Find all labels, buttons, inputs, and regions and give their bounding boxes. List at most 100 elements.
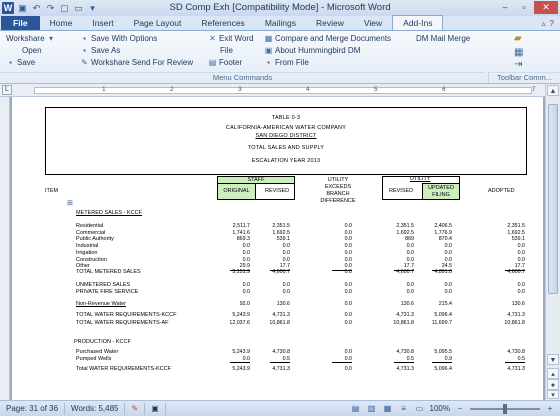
scroll-thumb[interactable]: [548, 104, 558, 294]
zoom-slider[interactable]: [470, 403, 540, 414]
row-label: Residential: [76, 223, 104, 229]
document-page[interactable]: TABLE 0-3 CALIFORNIA-AMERICAN WATER COMP…: [12, 97, 543, 400]
from-file-button[interactable]: ▪ From File: [264, 58, 309, 67]
row-label: PRIVATE FIRE SERVICE: [76, 289, 139, 295]
proofing-icon[interactable]: ✎: [125, 402, 146, 415]
full-screen-reading-icon[interactable]: ▥: [366, 403, 378, 414]
print-layout-icon[interactable]: ▤: [350, 403, 362, 414]
help-icon[interactable]: ?: [550, 19, 554, 28]
row-value: 4,891.0: [434, 269, 452, 275]
new-doc-icon[interactable]: ▢: [59, 3, 70, 14]
row-value: 1,776.9: [434, 229, 452, 236]
ribbon-minimize-icon[interactable]: ▵: [542, 19, 546, 28]
row-label: Public Authority: [76, 236, 114, 243]
row-value: 4,730.8: [507, 349, 525, 355]
row-value: 92.0: [239, 301, 250, 307]
sum-rule: [332, 362, 352, 363]
compare-icon: ▦: [264, 34, 273, 43]
save-icon[interactable]: ▣: [17, 3, 28, 14]
send-review-icon: ✎: [81, 58, 88, 67]
tab-selector-icon[interactable]: L: [2, 85, 12, 95]
vertical-ruler[interactable]: [0, 97, 10, 400]
table-expand-icon[interactable]: ⊞: [67, 199, 73, 207]
word-count[interactable]: Words: 5,485: [65, 402, 126, 415]
zoom-slider-thumb[interactable]: [503, 403, 507, 414]
tab-file[interactable]: File: [1, 16, 40, 30]
compare-merge-button[interactable]: ▦ Compare and Merge Documents: [264, 34, 391, 43]
status-bar: Page: 31 of 36 Words: 5,485 ✎ ▣ ▤ ▥ ▦ ≡ …: [0, 400, 560, 416]
row-value: 0.0: [444, 289, 452, 295]
file-menu-button[interactable]: File: [220, 46, 233, 55]
zoom-level[interactable]: 100%: [430, 404, 450, 413]
tab-mailings[interactable]: Mailings: [255, 16, 306, 30]
item-header: ITEM: [45, 188, 59, 194]
row-value: 4,600.7: [396, 269, 414, 275]
word-logo-icon[interactable]: W: [2, 2, 14, 14]
row-value: 0.0: [344, 249, 352, 256]
exit-word-button[interactable]: ✕ Exit Word: [208, 34, 253, 43]
horizontal-ruler[interactable]: L 1 2 3 4 5 6 7: [0, 84, 560, 97]
row-value: 0.0: [344, 229, 352, 236]
undo-icon[interactable]: ↶: [31, 3, 42, 14]
scroll-down-icon[interactable]: ▼: [547, 354, 559, 365]
row-value: 1,692.5: [396, 229, 414, 236]
save-as-icon: ▪: [83, 46, 86, 55]
row-value: 11,699.7: [431, 320, 452, 326]
tab-review[interactable]: Review: [306, 16, 354, 30]
dm-mail-merge-button[interactable]: DM Mail Merge: [416, 34, 470, 43]
row-value: 0.0: [406, 289, 414, 295]
toolbar-arrow-icon[interactable]: ⇥: [514, 59, 522, 70]
folder-open-icon[interactable]: ▰: [514, 33, 522, 44]
scroll-up-icon[interactable]: ▲: [547, 85, 559, 96]
open-button[interactable]: Open: [22, 46, 42, 55]
info-icon: ▣: [264, 46, 273, 55]
tab-add-ins[interactable]: Add-Ins: [392, 15, 444, 30]
tab-view[interactable]: View: [354, 16, 392, 30]
row-value: 869.3: [236, 236, 250, 243]
row-value: 0.0: [517, 243, 525, 250]
previous-page-icon[interactable]: ▴: [547, 368, 559, 379]
zoom-out-icon[interactable]: −: [454, 403, 466, 414]
tab-references[interactable]: References: [191, 16, 254, 30]
vertical-scrollbar[interactable]: ▲ ▼ ▴ ● ▾: [545, 84, 560, 400]
row-value: 0.0: [344, 236, 352, 243]
save-with-options-button[interactable]: ▪ Save With Options: [80, 34, 157, 43]
open-folder-icon[interactable]: ▭: [73, 3, 84, 14]
footer-button[interactable]: ▤ Footer: [208, 58, 242, 67]
customize-qat-icon[interactable]: ▾: [87, 3, 98, 14]
outline-icon[interactable]: ≡: [398, 403, 410, 414]
sum-rule: [432, 362, 452, 363]
table-header-box: TABLE 0-3 CALIFORNIA-AMERICAN WATER COMP…: [45, 107, 527, 175]
row-value: 0.0: [444, 243, 452, 250]
tab-page-layout[interactable]: Page Layout: [124, 16, 192, 30]
row-value: 0.0: [344, 312, 352, 318]
toolbar-doc-icon[interactable]: ▦: [514, 47, 523, 58]
about-hummingbird-button[interactable]: ▣ About Hummingbird DM: [264, 46, 361, 55]
web-layout-icon[interactable]: ▦: [382, 403, 394, 414]
zoom-in-icon[interactable]: +: [544, 403, 556, 414]
draft-icon[interactable]: ▭: [414, 403, 426, 414]
workshare-menu[interactable]: Workshare ▾: [6, 34, 56, 43]
next-page-icon[interactable]: ▾: [547, 390, 559, 399]
browse-object-icon[interactable]: ●: [547, 379, 559, 390]
sum-rule: [230, 362, 250, 363]
macro-record-icon[interactable]: ▣: [145, 402, 166, 415]
minimize-icon[interactable]: –: [496, 1, 514, 14]
tab-home[interactable]: Home: [40, 16, 83, 30]
row-value: 4,600.7: [507, 269, 525, 275]
row-value: 0.0: [517, 249, 525, 256]
redo-icon[interactable]: ↷: [45, 3, 56, 14]
close-icon[interactable]: ✕: [534, 1, 558, 14]
row-value: 4,731.3: [396, 366, 414, 372]
adopted-header: ADOPTED: [488, 188, 515, 194]
row-value: 4,731.3: [272, 366, 290, 372]
row-value: 0.0: [444, 282, 452, 288]
maximize-icon[interactable]: ▫: [515, 1, 533, 14]
row-value: 2,406.5: [434, 223, 452, 229]
save-button[interactable]: ▪ Save: [6, 58, 35, 67]
page-count[interactable]: Page: 31 of 36: [0, 402, 66, 415]
tab-insert[interactable]: Insert: [82, 16, 123, 30]
save-as-button[interactable]: ▪ Save As: [80, 46, 120, 55]
workshare-send-button[interactable]: ✎ Workshare Send For Review: [80, 58, 193, 67]
company-name: CALIFORNIA-AMERICAN WATER COMPANY: [225, 125, 347, 131]
